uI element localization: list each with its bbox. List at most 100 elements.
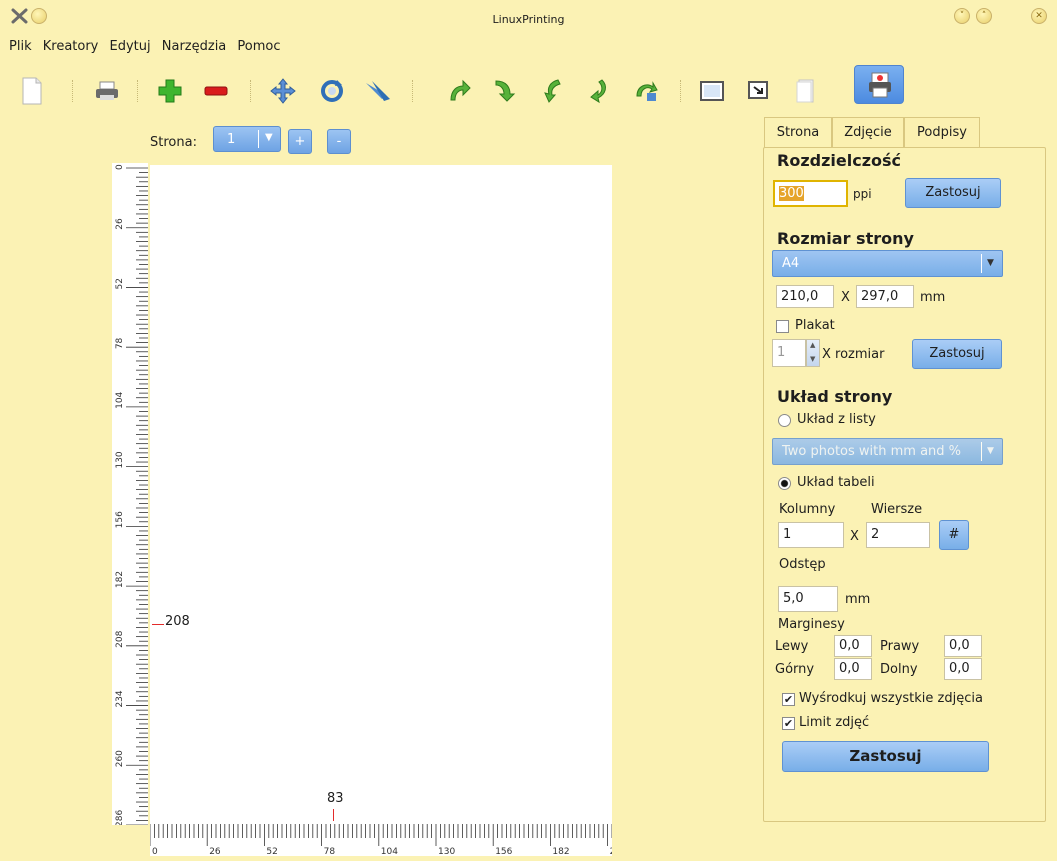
limit-photos-label: Limit zdjęć bbox=[799, 715, 870, 730]
spacing-input[interactable]: 5,0 bbox=[778, 586, 838, 612]
ruler-label: 130 bbox=[438, 847, 455, 856]
menu-wizards[interactable]: Kreatory bbox=[34, 34, 99, 60]
rows-input[interactable]: 2 bbox=[866, 522, 930, 548]
grid-apply-button[interactable]: # bbox=[939, 520, 969, 550]
ruler-label: 52 bbox=[115, 278, 125, 289]
print-icon[interactable] bbox=[92, 76, 122, 106]
ruler-label: 26 bbox=[209, 847, 221, 856]
columns-label: Kolumny bbox=[779, 502, 836, 517]
tab-page[interactable]: Strona bbox=[764, 117, 832, 149]
margin-left-input[interactable]: 0,0 bbox=[834, 635, 872, 657]
page-select[interactable]: 1 ▼ bbox=[213, 126, 281, 152]
margin-bottom-input[interactable]: 0,0 bbox=[944, 658, 982, 680]
limit-photos-checkbox[interactable]: ✔ bbox=[782, 717, 795, 730]
apply-layout-button[interactable]: Zastosuj bbox=[782, 741, 989, 772]
arrow-down-right-icon[interactable] bbox=[489, 76, 519, 106]
layout-table-label: Układ tabeli bbox=[797, 475, 875, 490]
page-size-value: A4 bbox=[782, 256, 800, 271]
new-page-icon[interactable] bbox=[17, 76, 47, 106]
poster-count-spinner[interactable]: ▲ ▼ bbox=[806, 339, 820, 367]
apply-resolution-button[interactable]: Zastosuj bbox=[905, 178, 1001, 208]
page-size-select[interactable]: A4 ▼ bbox=[772, 250, 1003, 277]
poster-label: Plakat bbox=[795, 318, 835, 333]
move-icon[interactable] bbox=[268, 76, 298, 106]
remove-photo-icon[interactable] bbox=[201, 76, 231, 106]
rows-label: Wiersze bbox=[871, 502, 923, 517]
ruler-label: 182 bbox=[552, 847, 569, 856]
layout-list-select[interactable]: Two photos with mm and % ▼ bbox=[772, 438, 1003, 465]
v-position-label: 208 bbox=[165, 614, 190, 629]
spin-down-icon: ▼ bbox=[810, 355, 816, 363]
toolbar-separator bbox=[412, 80, 413, 102]
window-title: LinuxPrinting bbox=[492, 13, 565, 26]
menu-help[interactable]: Pomoc bbox=[228, 34, 280, 60]
maximize-icon[interactable]: ˄ bbox=[976, 8, 992, 24]
resolution-unit: ppi bbox=[853, 187, 872, 201]
add-page-button[interactable]: + bbox=[288, 129, 312, 154]
margin-top-label: Górny bbox=[775, 662, 815, 677]
menu-edit[interactable]: Edytuj bbox=[101, 34, 151, 60]
page-width-input[interactable]: 210,0 bbox=[776, 285, 834, 308]
ruler-label: 0 bbox=[152, 847, 158, 856]
poster-checkbox[interactable] bbox=[776, 320, 789, 333]
add-photo-icon[interactable] bbox=[155, 76, 185, 106]
ruler-label: 78 bbox=[115, 337, 125, 349]
page-canvas[interactable] bbox=[150, 165, 612, 822]
layout-list-value: Two photos with mm and % bbox=[782, 444, 962, 459]
arrow-right-icon[interactable] bbox=[585, 76, 615, 106]
grid-x-label: X bbox=[850, 529, 859, 544]
resolution-value: 300 bbox=[779, 186, 804, 201]
poster-count-input[interactable]: 1 bbox=[772, 339, 806, 367]
ruler-label: 260 bbox=[115, 750, 125, 767]
chevron-down-icon: ▼ bbox=[987, 258, 994, 268]
ruler-label: 104 bbox=[381, 847, 398, 856]
menu-file[interactable]: Plik bbox=[0, 34, 32, 60]
center-all-checkbox[interactable]: ✔ bbox=[782, 693, 795, 706]
margin-left-label: Lewy bbox=[775, 639, 809, 654]
ruler-label: 286 bbox=[115, 810, 125, 825]
arrow-left-icon[interactable] bbox=[537, 76, 567, 106]
ruler-label: 208 bbox=[115, 630, 125, 647]
select-divider bbox=[258, 130, 259, 148]
size-x-label: X bbox=[841, 290, 850, 305]
chevron-down-icon: ▼ bbox=[987, 446, 994, 456]
resize-icon[interactable] bbox=[744, 76, 774, 106]
layout-list-radio[interactable] bbox=[778, 414, 791, 427]
select-divider bbox=[981, 442, 982, 461]
margin-top-input[interactable]: 0,0 bbox=[834, 658, 872, 680]
toolbar-separator bbox=[680, 80, 681, 102]
ruler-label: 26 bbox=[115, 218, 125, 230]
page-icon[interactable] bbox=[791, 76, 821, 106]
rotate-icon[interactable] bbox=[317, 76, 347, 106]
size-unit-label: mm bbox=[920, 290, 946, 305]
auto-fit-icon[interactable] bbox=[631, 76, 661, 106]
arrow-up-left-icon[interactable] bbox=[444, 76, 474, 106]
spin-up-icon: ▲ bbox=[810, 341, 816, 349]
flip-icon[interactable] bbox=[363, 76, 393, 106]
minimize-icon[interactable]: ˅ bbox=[954, 8, 970, 24]
ruler-label: 234 bbox=[115, 690, 125, 707]
resolution-title: Rozdzielczość bbox=[777, 151, 902, 170]
layout-table-radio[interactable] bbox=[778, 477, 791, 490]
page-label: Strona: bbox=[150, 135, 197, 150]
ruler-label: 2 bbox=[610, 847, 612, 856]
ruler-label: 182 bbox=[115, 571, 125, 588]
toolbar-separator bbox=[137, 80, 138, 102]
ruler-label: 104 bbox=[115, 391, 125, 408]
close-icon[interactable]: ✕ bbox=[1031, 8, 1047, 24]
page-height-input[interactable]: 297,0 bbox=[856, 285, 914, 308]
menu-tools[interactable]: Narzędzia bbox=[153, 34, 227, 60]
tab-photo[interactable]: Zdjęcie bbox=[832, 117, 904, 148]
margin-right-input[interactable]: 0,0 bbox=[944, 635, 982, 657]
resolution-input[interactable]: 300 bbox=[773, 180, 848, 207]
apply-poster-button[interactable]: Zastosuj bbox=[912, 339, 1002, 369]
columns-input[interactable]: 1 bbox=[778, 522, 844, 548]
remove-page-button[interactable]: - bbox=[327, 129, 351, 154]
spacing-unit: mm bbox=[845, 592, 871, 607]
vertical-ruler: 0 26 52 78 104 130 156 182 208 234 260 286 bbox=[112, 163, 148, 825]
print-preview-button[interactable] bbox=[854, 65, 904, 104]
menu-bar: Plik Kreatory Edytuj Narzędzia Pomoc bbox=[0, 34, 281, 60]
tab-captions[interactable]: Podpisy bbox=[904, 117, 980, 148]
toolbar-separator bbox=[250, 80, 251, 102]
frame-icon[interactable] bbox=[697, 76, 727, 106]
